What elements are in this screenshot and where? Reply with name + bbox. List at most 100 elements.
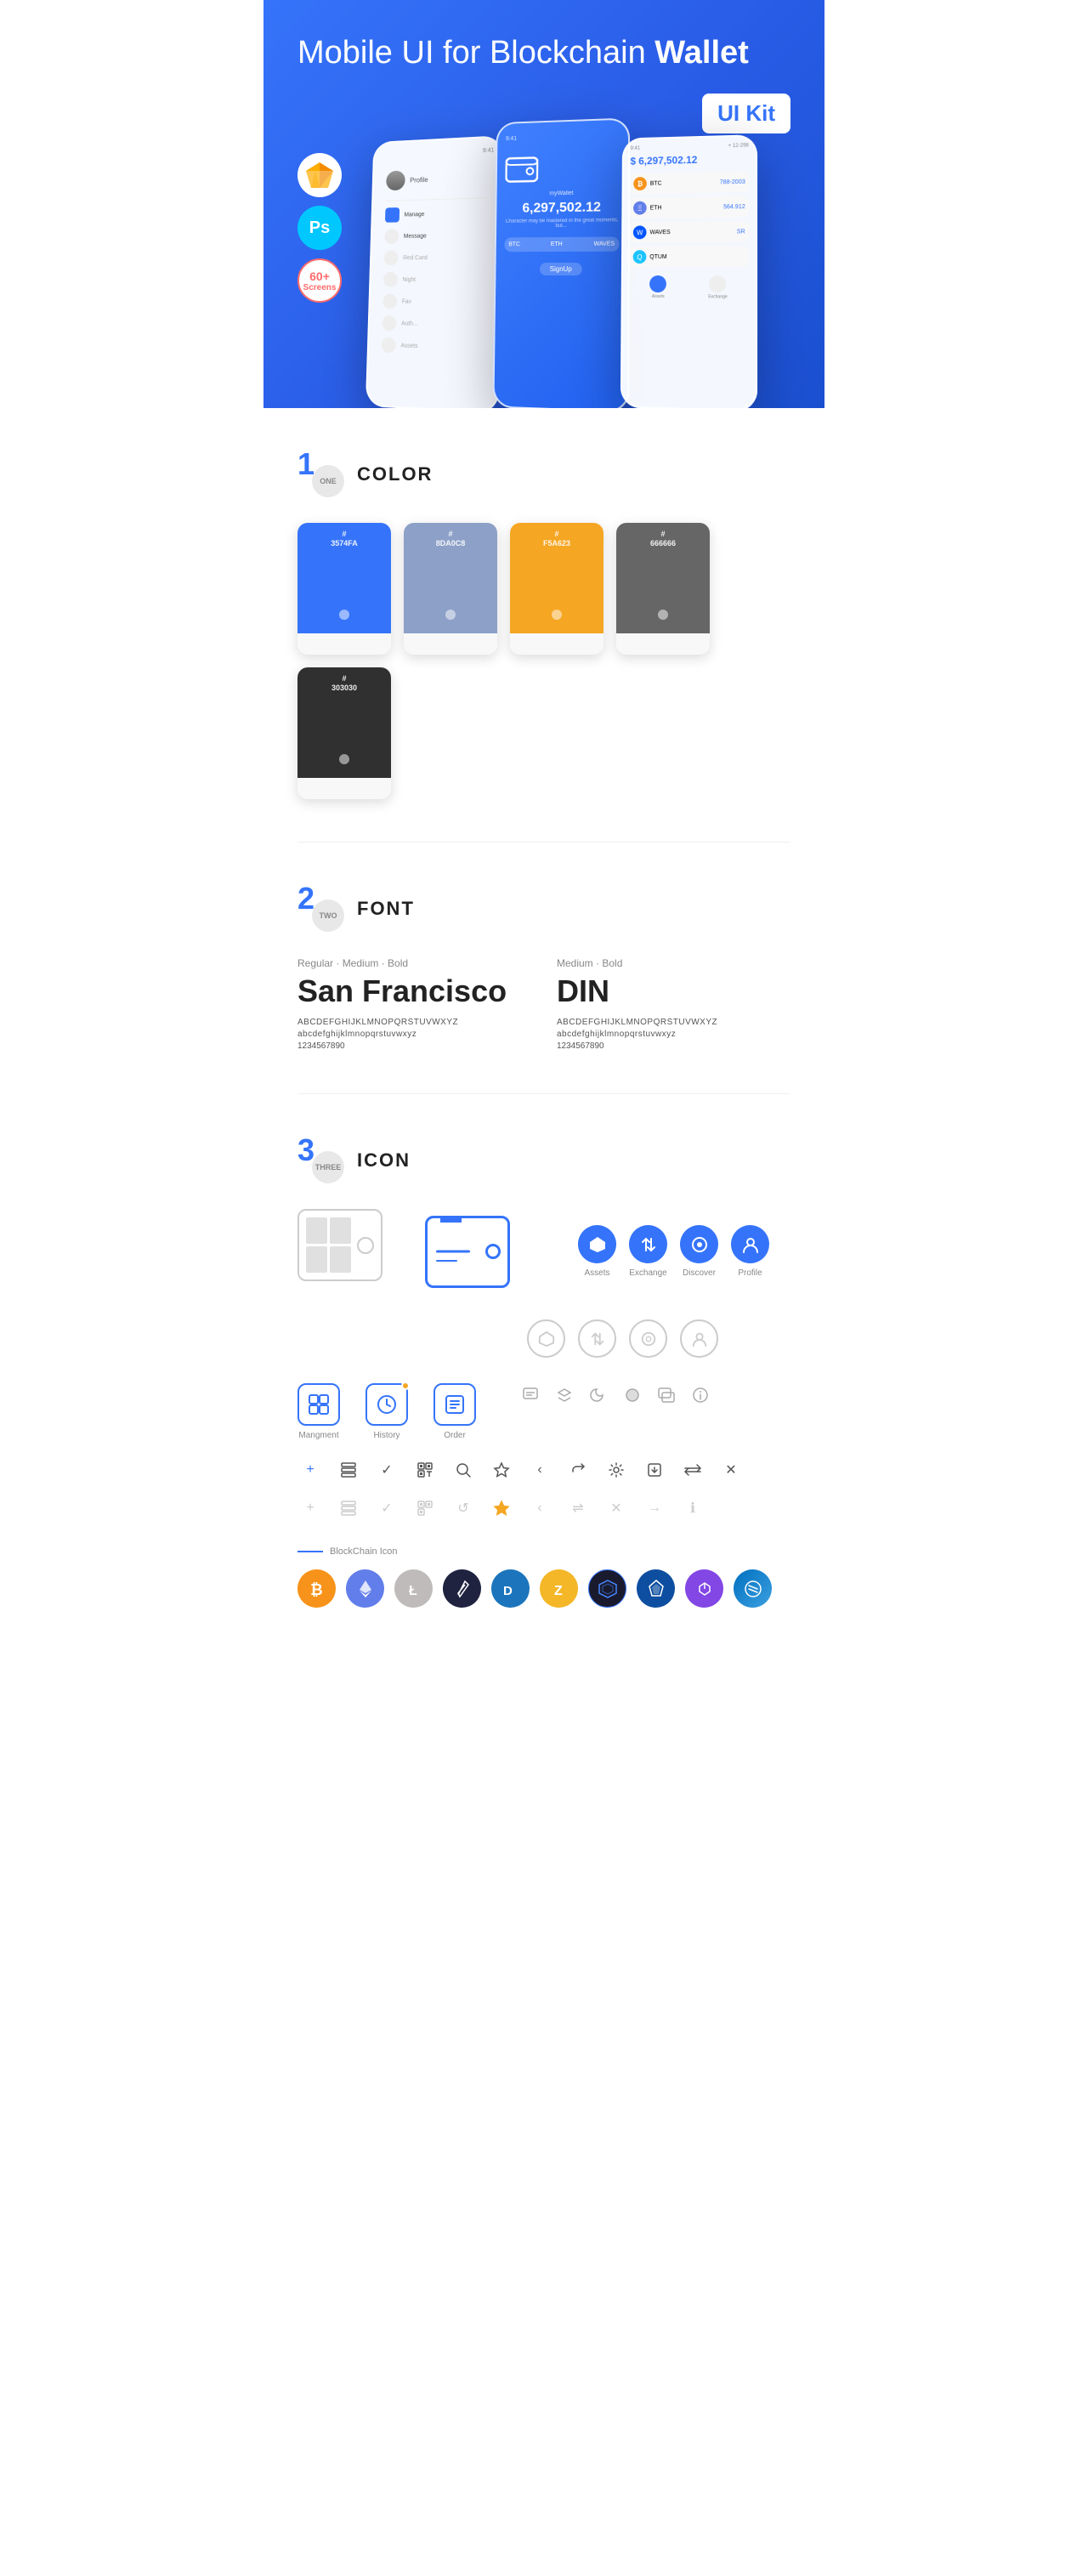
discover-outline-icon	[629, 1319, 667, 1358]
layers-icon	[552, 1383, 576, 1407]
swatch-dark: #303030	[298, 667, 391, 799]
qr-gray-icon	[412, 1495, 438, 1521]
star-active-icon	[489, 1495, 514, 1521]
swatch-blue: #3574FA	[298, 523, 391, 655]
swatch-gray: #666666	[616, 523, 710, 655]
feather-icon	[443, 1569, 481, 1608]
management-icon	[298, 1383, 340, 1426]
order-icon-item: Order	[434, 1383, 476, 1440]
screens-badge: 60+ Screens	[298, 258, 342, 303]
profile-icon	[731, 1225, 769, 1263]
forward-gray-icon: →	[642, 1495, 667, 1521]
zcash-icon: Z	[540, 1569, 578, 1608]
swatch-gray-blue: #8DA0C8	[404, 523, 497, 655]
lisk-icon	[637, 1569, 675, 1608]
profile-outline-icon	[680, 1319, 718, 1358]
ethereum-icon	[346, 1569, 384, 1608]
close-icon: ✕	[718, 1457, 744, 1483]
profile-icon-item: Profile	[731, 1225, 769, 1278]
export-icon	[642, 1457, 667, 1483]
list-gray-icon	[336, 1495, 361, 1521]
list-icon	[336, 1457, 361, 1483]
wallet-wireframe-icon	[298, 1209, 400, 1294]
dash-icon: D	[491, 1569, 530, 1608]
blockchain-label: BlockChain Icon	[298, 1546, 790, 1557]
color-title: COLOR	[357, 463, 433, 485]
icon-section-header: 3 THREE ICON	[298, 1137, 790, 1183]
qr-icon	[412, 1457, 438, 1483]
cross-gray-icon: ✕	[604, 1495, 629, 1521]
polygon-icon	[685, 1569, 723, 1608]
small-icons-row	[518, 1383, 712, 1407]
phone-left: 9:41 Profile Manage Message Red Card Nig…	[366, 135, 503, 408]
assets-outline-icon	[527, 1319, 565, 1358]
moon-icon	[586, 1383, 610, 1407]
font-din: Medium · Bold DIN ABCDEFGHIJKLMNOPQRSTUV…	[557, 957, 790, 1051]
exchange-outline-icon	[578, 1319, 616, 1358]
discover-icon	[680, 1225, 718, 1263]
phone-middle: 9:41 myWallet 6,297,502.12 Character may…	[492, 117, 630, 408]
nav-icons: Assets Exchange Discove	[578, 1225, 769, 1278]
wallet-blue-icon	[425, 1209, 527, 1294]
wallet-icons-row: Assets Exchange Discove	[298, 1209, 790, 1294]
svg-text:Z: Z	[554, 1584, 563, 1598]
blockchain-line	[298, 1551, 323, 1552]
history-icon-item: History	[366, 1383, 408, 1440]
swatch-orange: #F5A623	[510, 523, 604, 655]
chevron-left-gray-icon: ‹	[527, 1495, 552, 1521]
stellar-icon	[734, 1569, 772, 1608]
exchange-icon-item: Exchange	[629, 1225, 667, 1278]
icon-title: ICON	[357, 1149, 411, 1172]
check-icon: ✓	[374, 1457, 400, 1483]
share-icon	[565, 1457, 591, 1483]
bitcoin-icon: ₿	[298, 1569, 336, 1608]
crypto-icons: ₿ Ł D	[298, 1569, 790, 1608]
star-icon	[489, 1457, 514, 1483]
color-swatches: #3574FA #8DA0C8 #F5A623 #666666	[298, 523, 790, 799]
arrows-gray-icon: ⇌	[565, 1495, 591, 1521]
exchange-icon	[629, 1225, 667, 1263]
tool-icons-row-2: + ✓ ↺ ‹ ⇌ ✕ →	[298, 1495, 790, 1521]
network-icon	[588, 1569, 626, 1608]
circle-icon	[620, 1383, 644, 1407]
sketch-badge	[298, 153, 342, 197]
info-gray-icon: ℹ	[680, 1495, 706, 1521]
plus-icon: +	[298, 1457, 323, 1483]
info-icon	[688, 1383, 712, 1407]
tool-icons-row-1: + ✓	[298, 1457, 790, 1483]
icon-section: 3 THREE ICON	[264, 1094, 824, 1650]
bottom-nav-row: Mangment History	[298, 1383, 790, 1440]
discover-icon-item: Discover	[680, 1225, 718, 1278]
svg-text:Ł: Ł	[409, 1584, 417, 1598]
litecoin-icon: Ł	[394, 1569, 433, 1608]
refresh-gray-icon: ↺	[450, 1495, 476, 1521]
font-sf: Regular · Medium · Bold San Francisco AB…	[298, 957, 531, 1051]
font-section: 2 TWO FONT Regular · Medium · Bold San F…	[264, 843, 824, 1093]
phone-right: 9:41+ 12-298 $ 6,297,502.12 ₿ BTC 788-20…	[620, 134, 757, 408]
check-gray-icon: ✓	[374, 1495, 400, 1521]
color-section-header: 1 ONE COLOR	[298, 451, 790, 497]
management-icon-item: Mangment	[298, 1383, 340, 1440]
order-icon	[434, 1383, 476, 1426]
font-title: FONT	[357, 898, 415, 920]
chevron-left-icon: ‹	[527, 1457, 552, 1483]
chat2-icon	[654, 1383, 678, 1407]
font-grid: Regular · Medium · Bold San Francisco AB…	[298, 957, 790, 1051]
hero-section: Mobile UI for Blockchain Wallet UI Kit P…	[264, 0, 824, 408]
svg-text:₿: ₿	[310, 1581, 323, 1598]
section-number-3: 3 THREE	[298, 1137, 344, 1183]
search-icon	[450, 1457, 476, 1483]
svg-text:D: D	[503, 1584, 513, 1598]
swap-icon	[680, 1457, 706, 1483]
gear-icon	[604, 1457, 629, 1483]
tool-badges: Ps 60+ Screens	[298, 153, 342, 303]
nav-icons-outline	[527, 1319, 790, 1358]
chat-icon	[518, 1383, 542, 1407]
font-section-header: 2 TWO FONT	[298, 885, 790, 932]
ps-badge: Ps	[298, 206, 342, 250]
color-section: 1 ONE COLOR #3574FA #8DA0C8 #F5A623	[264, 408, 824, 842]
plus-gray-icon: +	[298, 1495, 323, 1521]
section-number-2: 2 TWO	[298, 885, 344, 932]
assets-icon-item: Assets	[578, 1225, 616, 1278]
history-icon	[366, 1383, 408, 1426]
